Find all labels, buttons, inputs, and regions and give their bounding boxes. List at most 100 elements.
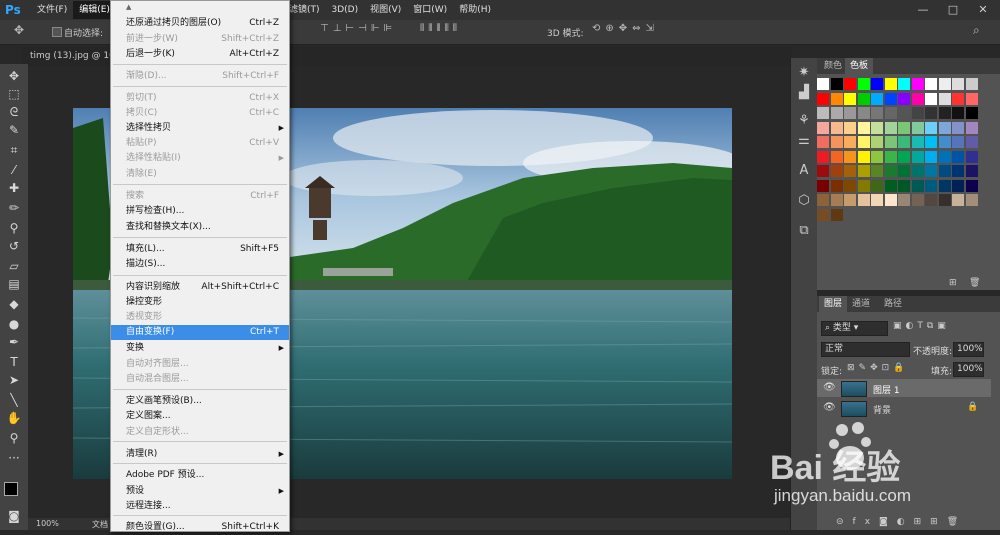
color-swatch[interactable] [965,107,978,119]
color-swatch[interactable] [871,136,883,148]
color-swatch[interactable] [898,107,910,119]
color-swatch[interactable] [884,121,897,134]
color-swatch[interactable] [830,208,843,221]
color-swatch[interactable] [965,121,978,134]
crop-icon[interactable]: ⌗ [5,142,23,158]
visibility-eye-icon[interactable]: 👁 [823,402,836,413]
blend-mode-select[interactable]: 正常 [821,342,910,357]
fill-input[interactable]: 100% [953,362,984,377]
color-swatch[interactable] [938,165,951,177]
color-swatch[interactable] [817,208,829,221]
new-swatch-icon[interactable]: ⊞ [949,278,957,288]
color-swatch[interactable] [830,150,843,163]
align-icons[interactable]: ⊤⊥⊢⊣⊩⊫ [320,23,396,34]
color-swatch[interactable] [965,194,978,206]
color-swatch[interactable] [938,150,951,163]
color-swatch[interactable] [884,92,897,105]
zoom-level[interactable]: 100% [36,519,59,528]
move-icon[interactable]: ✥ [5,68,23,84]
quick-select-icon[interactable]: ✎ [5,122,23,138]
edit-menu-item[interactable]: 前进一步(W) Shift+Ctrl+Z [111,32,289,47]
color-swatch[interactable] [871,78,883,90]
color-swatch[interactable] [965,179,978,192]
color-swatch[interactable] [817,150,829,163]
edit-menu-item[interactable]: 远程连接... [111,499,289,514]
opacity-input[interactable]: 100% [953,342,984,357]
color-swatch[interactable] [952,92,964,105]
color-swatch[interactable] [871,194,883,206]
edit-menu-item[interactable]: 定义画笔预设(B)... [111,394,289,409]
lasso-icon[interactable]: ᘓ [5,104,23,120]
clone-stamp-icon[interactable]: ⚲ [5,220,23,236]
hand-icon[interactable]: ✋ [5,410,23,426]
color-swatch[interactable] [938,121,951,134]
color-swatch[interactable] [830,92,843,105]
color-swatch[interactable] [844,78,856,90]
color-swatch[interactable] [871,92,883,105]
edit-menu-item[interactable]: 搜索 Ctrl+F [111,189,289,204]
scroll-up-icon[interactable]: ▲ [126,3,131,11]
color-swatch[interactable] [830,78,843,90]
color-swatch[interactable] [965,78,978,90]
edit-menu-item[interactable]: 定义自定形状... [111,425,289,440]
quick-mask-icon[interactable]: ◙ [5,508,23,524]
color-swatch[interactable] [857,92,870,105]
color-swatch[interactable] [817,136,829,148]
minimize-button[interactable]: — [908,0,938,20]
color-swatch[interactable] [844,136,856,148]
color-swatch[interactable] [898,136,910,148]
color-swatch[interactable] [884,107,897,119]
search-icon[interactable]: ⌕ [973,23,980,38]
color-swatch[interactable] [925,136,937,148]
move-tool-icon[interactable]: ✥ [14,23,24,37]
edit-menu-item[interactable]: 剪切(T) Ctrl+X [111,91,289,106]
color-swatch[interactable] [965,150,978,163]
histogram-icon[interactable]: ▟ [795,84,813,102]
color-swatch[interactable] [884,179,897,192]
color-swatch[interactable] [884,165,897,177]
color-swatch[interactable] [817,165,829,177]
edit-menu-item[interactable]: 选择性粘贴(I) ▶ [111,151,289,166]
menu-item[interactable]: 窗口(W) [407,1,453,19]
edit-menu-item[interactable]: 自由变换(F) Ctrl+T [111,325,289,340]
color-swatch[interactable] [911,150,924,163]
color-swatch[interactable] [817,107,829,119]
auto-select-checkbox[interactable] [52,27,62,37]
edit-menu-item[interactable]: 清除(E) [111,167,289,182]
color-swatch[interactable] [884,194,897,206]
layer-row-background[interactable]: 👁 背景 🔒 [817,399,991,417]
menu-item[interactable]: 文件(F) [31,1,73,19]
gradient-icon[interactable]: ▤ [5,276,23,292]
color-swatch[interactable] [884,78,897,90]
color-swatch[interactable] [898,150,910,163]
color-swatch[interactable] [925,107,937,119]
color-swatch[interactable] [898,92,910,105]
edit-menu-item[interactable]: 自动混合图层... [111,372,289,387]
color-swatch[interactable] [938,179,951,192]
edit-menu-item[interactable]: 自动对齐图层... [111,357,289,372]
edit-menu-item[interactable]: 预设 ▶ [111,484,289,499]
color-swatch[interactable] [911,107,924,119]
color-swatch[interactable] [911,78,924,90]
color-swatch[interactable] [952,165,964,177]
tab-channels[interactable]: 通道 [847,296,875,312]
edit-menu-item[interactable]: 选择性拷贝 ▶ [111,121,289,136]
edit-menu-item[interactable]: 清理(R) ▶ [111,447,289,462]
menu-item[interactable]: 视图(V) [364,1,407,19]
foreground-color-swatch[interactable] [4,482,18,496]
properties-icon[interactable]: ⚌ [795,132,813,150]
eraser-icon[interactable]: ▱ [5,258,23,274]
color-swatch[interactable] [817,92,829,105]
color-swatch[interactable] [898,194,910,206]
color-swatch[interactable] [925,121,937,134]
line-icon[interactable]: ╲ [5,392,23,408]
marquee-icon[interactable]: ⬚ [5,86,23,102]
edit-menu-item[interactable]: 后退一步(K) Alt+Ctrl+Z [111,47,289,62]
color-swatch[interactable] [857,150,870,163]
brush-panel-icon[interactable]: ⚘ [795,112,813,130]
color-swatch[interactable] [857,179,870,192]
color-swatch[interactable] [857,121,870,134]
color-swatch[interactable] [952,107,964,119]
edit-menu-item[interactable]: 定义图案... [111,409,289,424]
color-swatch[interactable] [911,121,924,134]
